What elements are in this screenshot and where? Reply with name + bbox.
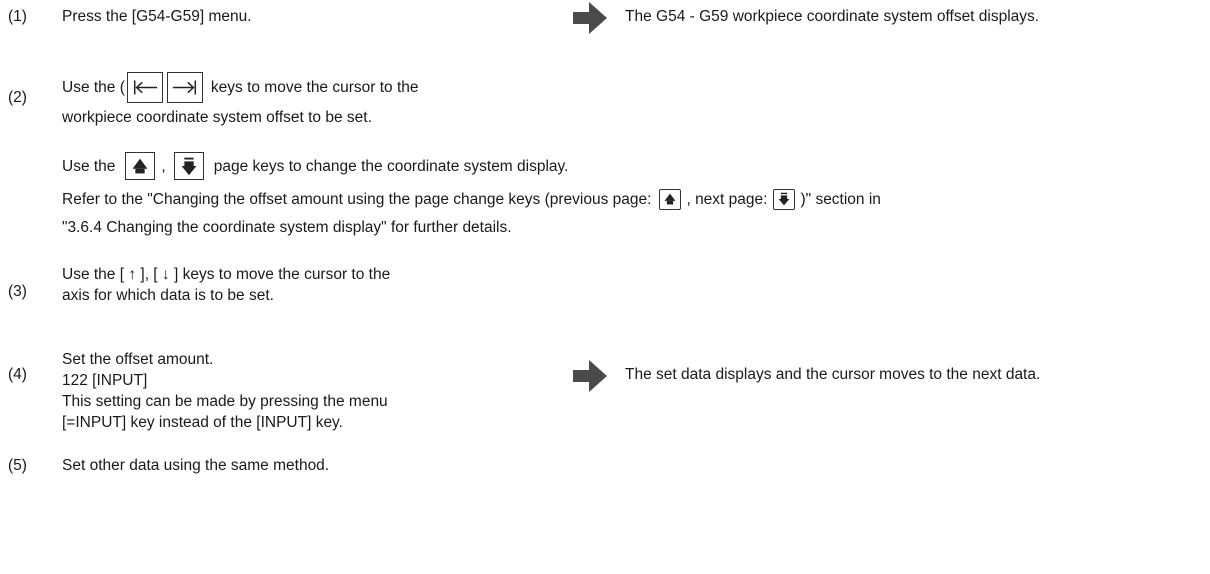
tab-right-key-icon [166,71,203,103]
step-5-number: (5) [8,457,27,474]
page-keys-prefix: Use the [62,157,116,175]
page-keys-suffix: page keys to change the coordinate syste… [213,157,569,175]
step-3-number: (3) [8,283,27,300]
page-up-key-small-icon [659,188,682,210]
step-2-number: (2) [8,89,27,106]
refer-line2: "3.6.4 Changing the coordinate system di… [62,219,512,236]
step-3-line1: Use the [ ↑ ], [ ↓ ] keys to move the cu… [62,266,391,283]
tab-left-key-icon [126,71,163,103]
right-arrow-icon [573,2,607,34]
refer-prefix: Refer to the "Changing the offset amount… [62,190,652,208]
page-keys-line: Use the , page keys to change the coordi… [62,151,568,181]
step-4-line4: [=INPUT] key instead of the [INPUT] key. [62,414,343,431]
step-1-number: (1) [8,8,27,25]
step-3-line2: axis for which data is to be set. [62,287,274,304]
step-2-line1-prefix: Use the ( [62,78,125,96]
step-4-line1: Set the offset amount. [62,351,214,368]
step-2-line1-suffix: keys to move the cursor to the [210,78,419,96]
page-up-key-icon [125,152,156,180]
step-4-result: The set data displays and the cursor mov… [625,366,1041,383]
page-down-key-icon [173,152,204,180]
refer-mid: , next page: [686,190,768,208]
step-1-result: The G54 - G59 workpiece coordinate syste… [625,8,1040,25]
step-5-text: Set other data using the same method. [62,457,330,474]
page-keys-comma: , [161,157,166,175]
step-4-line2: 122 [INPUT] [62,372,148,389]
refer-line: Refer to the "Changing the offset amount… [62,186,881,212]
right-arrow-icon [573,360,607,392]
step-1-text: Press the [G54-G59] menu. [62,8,252,25]
step-2-line1: Use the ( keys to move the cursor to the [62,70,419,104]
step-2-line2: workpiece coordinate system offset to be… [62,109,372,126]
refer-suffix: )" section in [800,190,881,208]
step-4-number: (4) [8,366,27,383]
page-down-key-small-icon [773,188,796,210]
tab-key-pair [126,71,203,103]
step-4-line3: This setting can be made by pressing the… [62,393,388,410]
